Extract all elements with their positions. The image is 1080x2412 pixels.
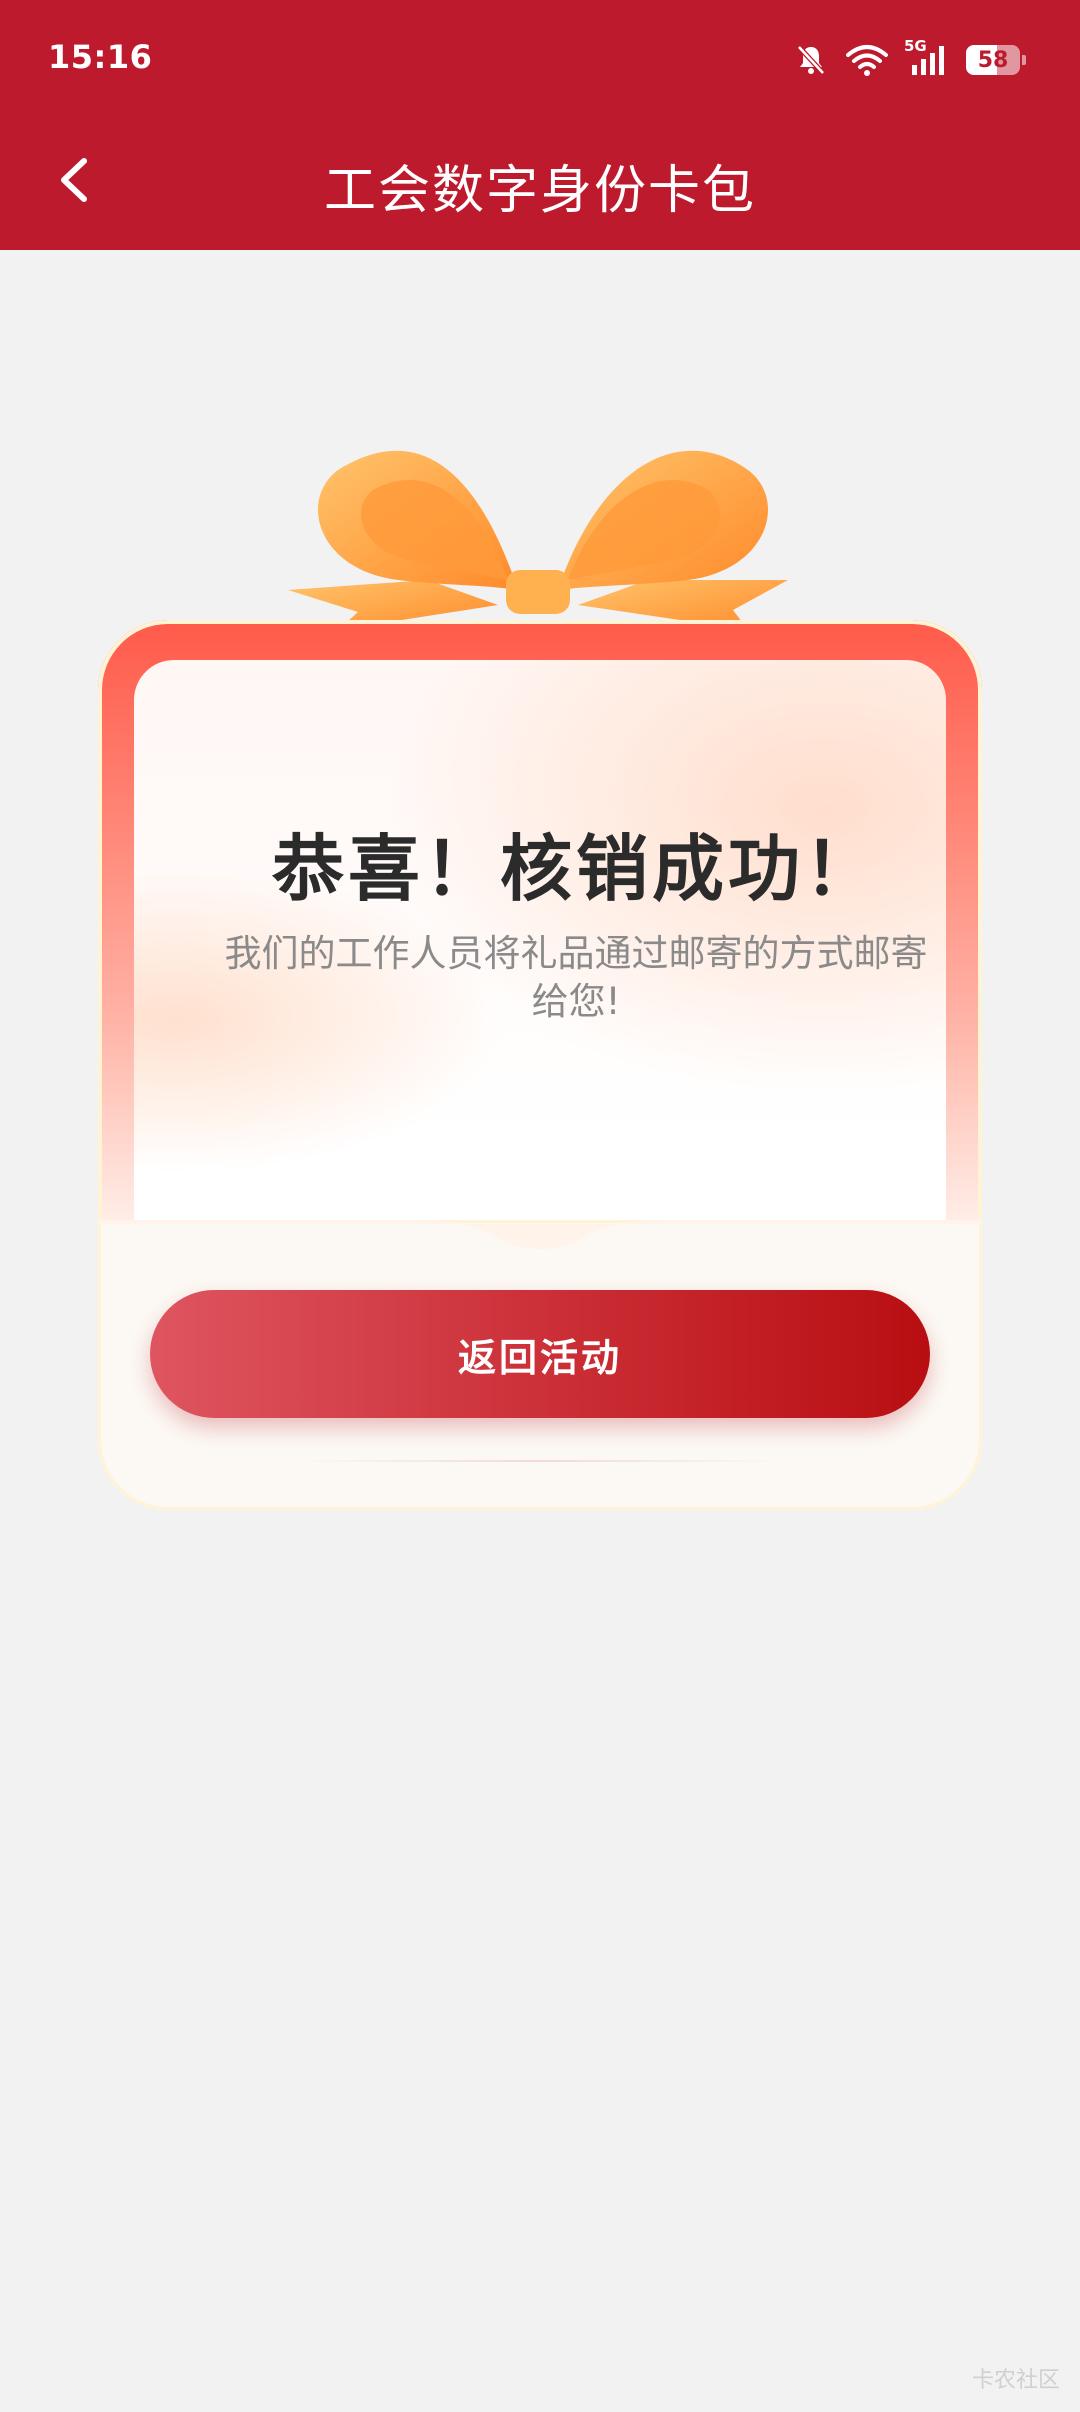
watermark: 卡农社区 bbox=[971, 2368, 1060, 2393]
card-footer: 返回活动 bbox=[98, 1220, 982, 1510]
status-icons: 5G 58 bbox=[794, 37, 1026, 80]
nav-bar: 工会数字身份卡包 bbox=[0, 130, 1080, 230]
card-frame: 恭喜！核销成功！ 我们的工作人员将礼品通过邮寄的方式邮寄给您! 返回活动 bbox=[98, 620, 982, 1510]
return-activity-button[interactable]: 返回活动 bbox=[150, 1290, 930, 1418]
gift-card: 恭喜！核销成功！ 我们的工作人员将礼品通过邮寄的方式邮寄给您! 返回活动 bbox=[98, 430, 982, 1510]
success-message: 我们的工作人员将礼品通过邮寄的方式邮寄给您! bbox=[224, 932, 928, 1023]
network-type-label: 5G bbox=[904, 37, 927, 55]
status-bar: 15:16 5G 58 bbox=[0, 0, 1080, 120]
success-title: 恭喜！核销成功！ bbox=[271, 827, 880, 911]
ribbon-bow-icon bbox=[288, 450, 788, 630]
mute-bell-icon bbox=[794, 43, 828, 77]
status-time: 15:16 bbox=[48, 38, 153, 76]
card-content: 恭喜！核销成功！ 我们的工作人员将礼品通过邮寄的方式邮寄给您! bbox=[134, 660, 946, 1260]
page-title: 工会数字身份卡包 bbox=[323, 161, 756, 221]
battery-icon: 58 bbox=[966, 45, 1026, 75]
header: 15:16 5G 58 工会数字身份卡包 bbox=[0, 0, 1080, 250]
battery-level: 58 bbox=[977, 47, 1009, 73]
card-divider bbox=[98, 1220, 982, 1249]
signal-icon: 5G bbox=[904, 37, 948, 77]
wifi-icon bbox=[846, 43, 888, 77]
